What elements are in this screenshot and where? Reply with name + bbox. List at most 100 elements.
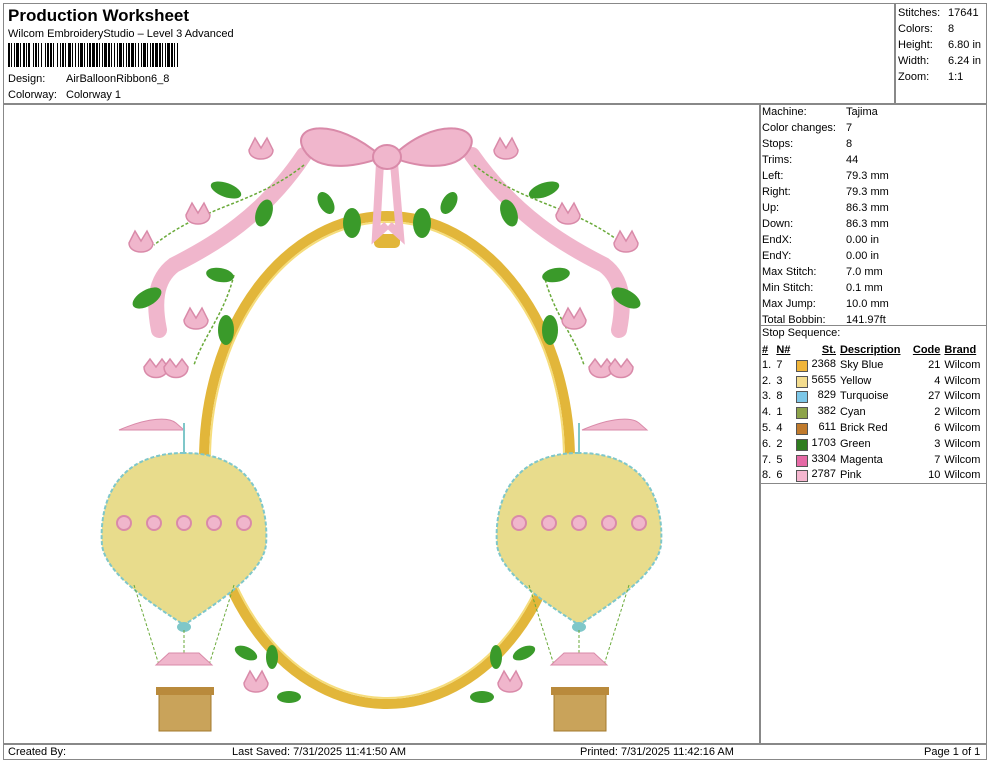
stop-index: 8. [760,468,774,484]
color-swatch [796,407,808,419]
stop-stitches-cell: 2368 [794,357,838,373]
stop-sequence-title: Stop Sequence: [762,327,840,339]
stop-description: Cyan [838,404,908,420]
stop-row: 6.21703Green3Wilcom [760,436,986,452]
machine-stat-row: Trims:44 [762,152,984,168]
machine-stat-label: Up: [762,200,846,216]
page-title: Production Worksheet [8,6,189,26]
stop-brand: Wilcom [942,452,986,468]
machine-stat-value: 44 [846,152,984,168]
stop-code: 4 [908,373,942,389]
summary-value: 8 [948,21,981,37]
stop-stitches-cell: 3304 [794,452,838,468]
stop-brand: Wilcom [942,357,986,373]
stop-row: 2.35655Yellow4Wilcom [760,373,986,389]
stop-index: 6. [760,436,774,452]
stop-description: Turquoise [838,389,908,405]
stop-header: Description [838,342,908,357]
colorway-value: Colorway 1 [66,89,121,101]
machine-stat-value: 8 [846,136,984,152]
machine-stat-value: 79.3 mm [846,184,984,200]
stop-description: Brick Red [838,420,908,436]
machine-stat-label: Right: [762,184,846,200]
summary-label: Colors: [898,21,948,37]
summary-value: 17641 [948,5,981,21]
stop-index: 4. [760,404,774,420]
stop-needle: 4 [774,420,794,436]
oval-frame [204,216,570,704]
design-label: Design: [8,73,45,85]
machine-stat-row: Left:79.3 mm [762,168,984,184]
machine-stat-row: Max Jump:10.0 mm [762,296,984,312]
stop-row: 7.53304Magenta7Wilcom [760,452,986,468]
stop-stitches-cell: 1703 [794,436,838,452]
color-swatch [796,423,808,435]
stop-stitches-cell: 611 [794,420,838,436]
summary-label: Stitches: [898,5,948,21]
machine-stat-value: 7.0 mm [846,264,984,280]
design-value: AirBalloonRibbon6_8 [66,73,169,85]
stop-row: 8.62787Pink10Wilcom [760,468,986,484]
machine-stat-label: Trims: [762,152,846,168]
stop-index: 7. [760,452,774,468]
machine-stat-value: 10.0 mm [846,296,984,312]
stop-needle: 5 [774,452,794,468]
stop-needle: 7 [774,357,794,373]
stop-brand: Wilcom [942,420,986,436]
stop-description: Magenta [838,452,908,468]
stop-needle: 3 [774,373,794,389]
last-saved: Last Saved: 7/31/2025 11:41:50 AM [232,746,406,758]
stop-index: 3. [760,389,774,405]
stop-description: Green [838,436,908,452]
stop-code: 21 [908,357,942,373]
machine-stat-row: Machine:Tajima [762,104,984,120]
stop-needle: 1 [774,404,794,420]
machine-stat-label: Machine: [762,104,846,120]
stop-stitches-cell: 5655 [794,373,838,389]
stop-index: 1. [760,357,774,373]
machine-stat-value: 0.00 in [846,248,984,264]
stop-stitches-cell: 382 [794,404,838,420]
stop-description: Sky Blue [838,357,908,373]
machine-stat-label: Min Stitch: [762,280,846,296]
color-swatch [796,455,808,467]
machine-stat-row: EndY:0.00 in [762,248,984,264]
machine-stat-row: Max Stitch:7.0 mm [762,264,984,280]
stop-header: N# [774,342,794,357]
machine-stat-value: 86.3 mm [846,216,984,232]
footer-bar [3,744,987,760]
summary-value: 6.80 in [948,37,981,53]
summary-row: Zoom:1:1 [898,69,981,85]
summary-label: Zoom: [898,69,948,85]
stop-code: 27 [908,389,942,405]
machine-stat-value: 0.1 mm [846,280,984,296]
stop-brand: Wilcom [942,404,986,420]
machine-stat-value: 7 [846,120,984,136]
summary-label: Width: [898,53,948,69]
color-swatch [796,391,808,403]
machine-stat-label: Stops: [762,136,846,152]
machine-stats-table: Machine:TajimaColor changes:7Stops:8Trim… [762,104,984,328]
stop-row: 4.1382Cyan2Wilcom [760,404,986,420]
stop-header: Code [908,342,942,357]
color-swatch [796,360,808,372]
machine-stat-label: Down: [762,216,846,232]
stop-header: # [760,342,774,357]
stop-header: Brand [942,342,986,357]
stop-sequence-table: #N#St.DescriptionCodeBrand 1.72368Sky Bl… [760,342,986,483]
color-swatch [796,439,808,451]
stop-brand: Wilcom [942,468,986,484]
summary-value: 6.24 in [948,53,981,69]
machine-stat-value: 86.3 mm [846,200,984,216]
machine-stat-value: 0.00 in [846,232,984,248]
embroidery-design-preview [4,105,759,743]
summary-row: Stitches:17641 [898,5,981,21]
stop-stitches: 1703 [812,437,836,449]
stop-stitches: 5655 [812,374,836,386]
page-number: Page 1 of 1 [924,746,980,758]
software-name: Wilcom EmbroideryStudio – Level 3 Advanc… [8,28,234,40]
stop-description: Yellow [838,373,908,389]
color-swatch [796,470,808,482]
stop-stitches: 611 [818,421,836,433]
stop-row: 5.4611Brick Red6Wilcom [760,420,986,436]
